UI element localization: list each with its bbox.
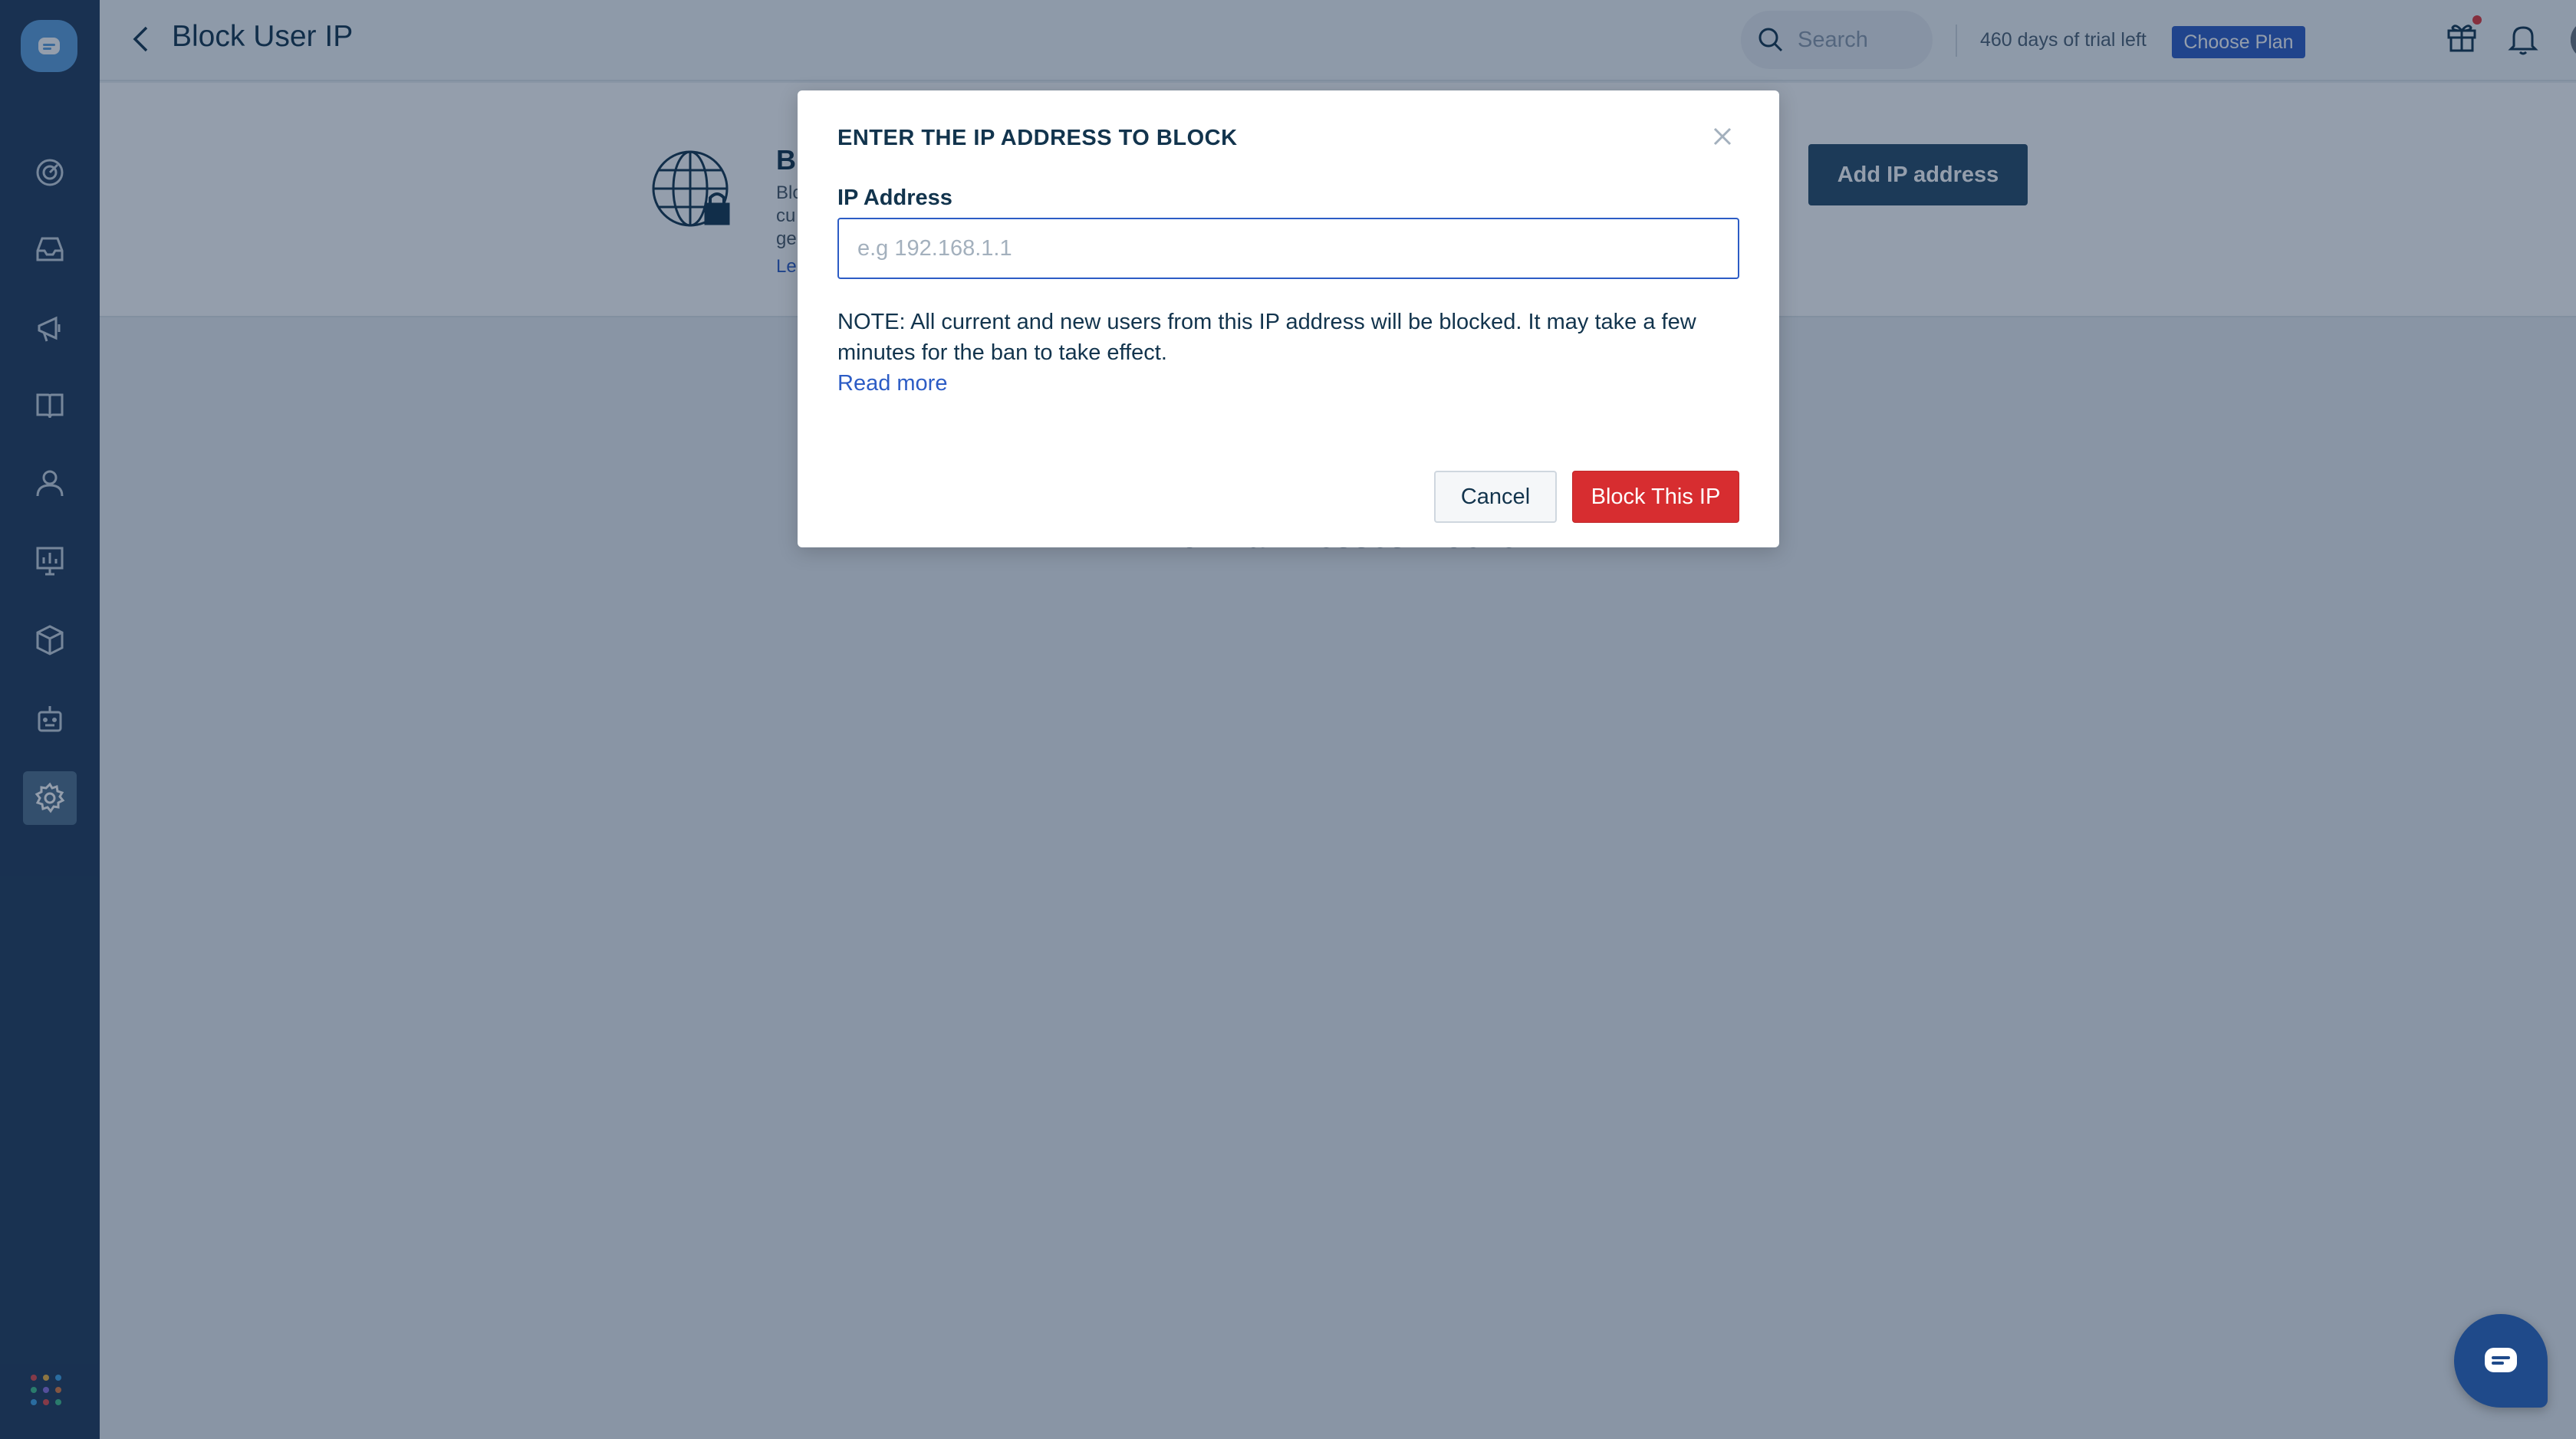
chat-widget-button[interactable] [2454, 1314, 2548, 1408]
dialog-title: ENTER THE IP ADDRESS TO BLOCK [837, 126, 1238, 150]
cancel-button[interactable]: Cancel [1434, 471, 1557, 523]
block-ip-button[interactable]: Block This IP [1572, 471, 1739, 523]
ip-address-input[interactable] [837, 218, 1739, 279]
read-more-link[interactable]: Read more [837, 371, 947, 396]
close-icon[interactable] [1707, 121, 1738, 152]
block-ip-dialog: ENTER THE IP ADDRESS TO BLOCK IP Address… [798, 90, 1779, 547]
chat-bubble-icon [2485, 1348, 2517, 1372]
block-note: NOTE: All current and new users from thi… [837, 310, 1696, 365]
ip-address-label: IP Address [837, 186, 952, 210]
